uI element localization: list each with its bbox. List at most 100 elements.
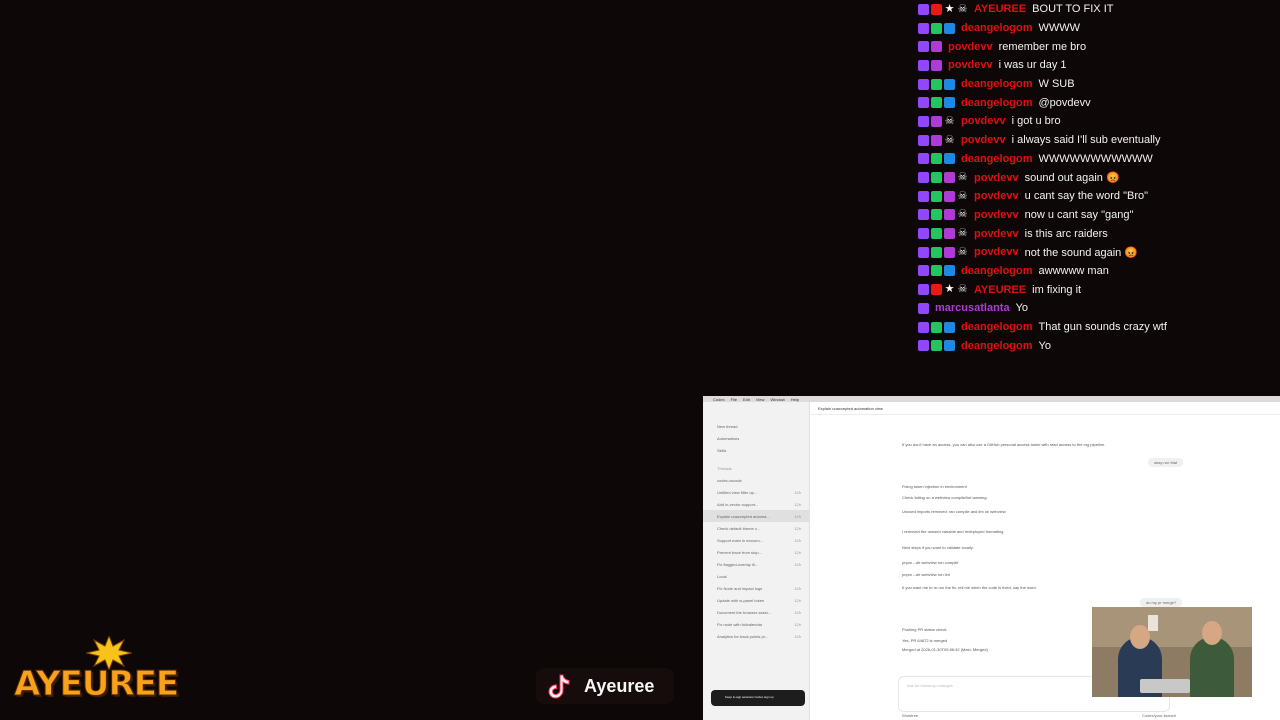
thread-label: Explain unaccepted automa... (717, 513, 770, 519)
chat-message: ☠ povdevv i always said I'll sub eventuall… (918, 131, 1280, 150)
thread-item[interactable]: Document the browser-sessi... 12h (703, 606, 809, 618)
purple-badge-icon (918, 302, 929, 314)
menu-item[interactable]: Window (771, 397, 785, 402)
purple-badge-icon (918, 190, 929, 202)
pink-badge-icon (944, 246, 955, 258)
thread-item[interactable]: Update with w-panel token 12h (703, 594, 809, 606)
purple-badge-icon (918, 134, 929, 146)
chat-username[interactable]: deangelogom (961, 321, 1033, 333)
logo-text: AYEUREE (13, 664, 179, 705)
purple-badge-icon (918, 209, 929, 221)
thread-item[interactable]: Untitled view filter op... 12h (703, 486, 809, 498)
pink-badge-icon (944, 209, 955, 221)
thread-label: codex-vscode (717, 477, 742, 483)
menu-item[interactable]: File (731, 397, 737, 402)
chat-username[interactable]: povdevv (974, 246, 1019, 258)
chat-message: deangelogom @povdevv (918, 93, 1280, 112)
chat-username[interactable]: povdevv (948, 41, 993, 53)
chat-overlay: ★ ☠ AYEUREE BOUT TO FIX IT deangelogom WWWW po… (918, 0, 1280, 355)
green-badge-icon (931, 172, 942, 184)
purple-badge-icon (918, 97, 929, 109)
red-badge-icon (931, 3, 942, 15)
conversation-line: Pushing PR status check (902, 627, 947, 632)
tiktok-handle-badge: Ayeuree (536, 668, 674, 704)
thread-item[interactable]: Local (703, 570, 809, 582)
chat-badges (918, 265, 955, 277)
green-badge-icon (931, 190, 942, 202)
thread-item[interactable]: Fix Node and impact logs 12h (703, 582, 809, 594)
chat-username[interactable]: marcusatlanta (935, 302, 1010, 314)
chat-username[interactable]: AYEUREE (974, 3, 1026, 15)
webcam-head-left (1130, 625, 1150, 649)
thread-item[interactable]: Explain unaccepted automa... 12h (703, 510, 809, 522)
thread-item[interactable]: Fix node with fullcalendar 12h (703, 618, 809, 630)
thread-label: Check default theme v... (717, 525, 760, 531)
chat-message: povdevv i was ur day 1 (918, 56, 1280, 75)
chat-badges: ☠ (918, 209, 968, 221)
thread-item[interactable]: Add in-vector support... 12h (703, 498, 809, 510)
thread-label: Fix flagged-overlay itl... (717, 561, 759, 567)
chat-badges: ★ ☠ (918, 3, 968, 15)
chat-username[interactable]: deangelogom (961, 22, 1033, 34)
signup-card[interactable]: Keep in-app sessions Codex sign up (711, 690, 805, 706)
thread-time: 12h (794, 597, 801, 603)
thread-item[interactable]: Check default theme v... 12h (703, 522, 809, 534)
skull-badge-icon: ☠ (944, 114, 955, 127)
thread-item[interactable]: Fix flagged-overlay itl... 12h (703, 558, 809, 570)
pink-badge-icon (944, 228, 955, 240)
chat-message: deangelogom awwwww man (918, 262, 1280, 281)
chat-username[interactable]: povdevv (974, 172, 1019, 184)
chat-username[interactable]: povdevv (948, 59, 993, 71)
skull-badge-icon: ☠ (957, 245, 968, 258)
sidebar-nav-item[interactable]: Automations (703, 432, 809, 444)
chat-text: im fixing it (1032, 283, 1082, 296)
conversation-title: Explain unaccepted automation view (810, 402, 1280, 415)
green-badge-icon (931, 78, 942, 90)
chat-username[interactable]: deangelogom (961, 340, 1033, 352)
chat-username[interactable]: deangelogom (961, 78, 1033, 90)
chat-badges: ☠ (918, 114, 955, 127)
chat-username[interactable]: AYEUREE (974, 284, 1026, 296)
chat-text: W SUB (1038, 78, 1075, 91)
thread-item[interactable]: codex-vscode (703, 474, 809, 486)
chat-username[interactable]: povdevv (974, 209, 1019, 221)
sidebar-nav-item[interactable]: Skills (703, 444, 809, 456)
thread-time: 12h (794, 525, 801, 531)
thread-item[interactable]: Support main in monoro... 12h (703, 534, 809, 546)
blue-badge-icon (944, 340, 955, 352)
chat-username[interactable]: deangelogom (961, 97, 1033, 109)
star-badge-icon: ★ (944, 283, 955, 296)
sidebar-nav-item[interactable]: New thread (703, 420, 809, 432)
thread-time: 12h (794, 633, 801, 639)
chat-badges (918, 321, 955, 333)
chat-username[interactable]: povdevv (961, 115, 1006, 127)
chat-username[interactable]: povdevv (974, 228, 1019, 240)
purple-badge-icon (918, 340, 929, 352)
webcam-person-right (1190, 637, 1234, 697)
chat-username[interactable]: povdevv (961, 134, 1006, 146)
menu-item[interactable]: Codex (713, 397, 725, 402)
conversation-line: If you don't have an access, you can als… (902, 442, 1106, 447)
menu-item[interactable]: Edit (743, 397, 750, 402)
purple-badge-icon (918, 153, 929, 165)
menu-item[interactable]: Help (791, 397, 799, 402)
conversation-line: Merged at 2026-01-30T05:58:32 (Main: Mer… (902, 647, 988, 652)
thread-label: Untitled view filter op... (717, 489, 758, 495)
green-badge-icon (931, 228, 942, 240)
chat-username[interactable]: deangelogom (961, 265, 1033, 277)
thread-label: Update with w-panel token (717, 597, 765, 603)
thread-label: Prevent trace from stop... (717, 549, 762, 555)
chat-username[interactable]: deangelogom (961, 153, 1033, 165)
green-badge-icon (931, 97, 942, 109)
chat-username[interactable]: povdevv (974, 190, 1019, 202)
thread-item[interactable]: Analytics for track points pr... 12h (703, 630, 809, 642)
chat-text: is this arc raiders (1024, 227, 1108, 240)
thread-label: Fix Node and impact logs (717, 585, 763, 591)
green-badge-icon (931, 153, 942, 165)
thread-item[interactable]: Prevent trace from stop... 12h (703, 546, 809, 558)
webcam-feed (1092, 607, 1252, 697)
skull-badge-icon: ☠ (944, 133, 955, 146)
purple-badge-icon (918, 78, 929, 90)
webcam-head-right (1202, 621, 1222, 645)
menu-item[interactable]: View (756, 397, 765, 402)
